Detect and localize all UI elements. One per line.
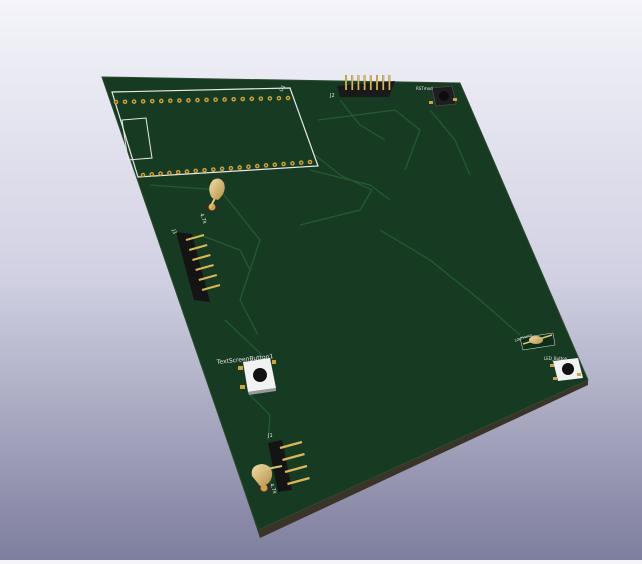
header-pin bbox=[376, 75, 378, 90]
pcb-3d-render[interactable]: U1 J2 RSTmod 4.7k J3 TextScreenButton1 1… bbox=[0, 0, 642, 560]
sw-top-right-label: RSTmod bbox=[416, 86, 433, 91]
header-pin bbox=[351, 75, 354, 90]
j2-ref-label: J2 bbox=[329, 93, 335, 99]
header-pin bbox=[345, 75, 347, 90]
header-pin bbox=[388, 75, 391, 90]
board-surface[interactable] bbox=[101, 76, 589, 531]
header-pin bbox=[363, 75, 366, 90]
led-button-label: LED_Button bbox=[544, 356, 568, 361]
3d-pcb-viewer[interactable]: U1 J2 RSTmod 4.7k J3 TextScreenButton1 1… bbox=[0, 0, 642, 560]
j1-ref-label: J1 bbox=[267, 433, 273, 439]
header-pin bbox=[369, 75, 372, 90]
header-pin bbox=[382, 75, 385, 90]
header-pin bbox=[357, 75, 360, 90]
